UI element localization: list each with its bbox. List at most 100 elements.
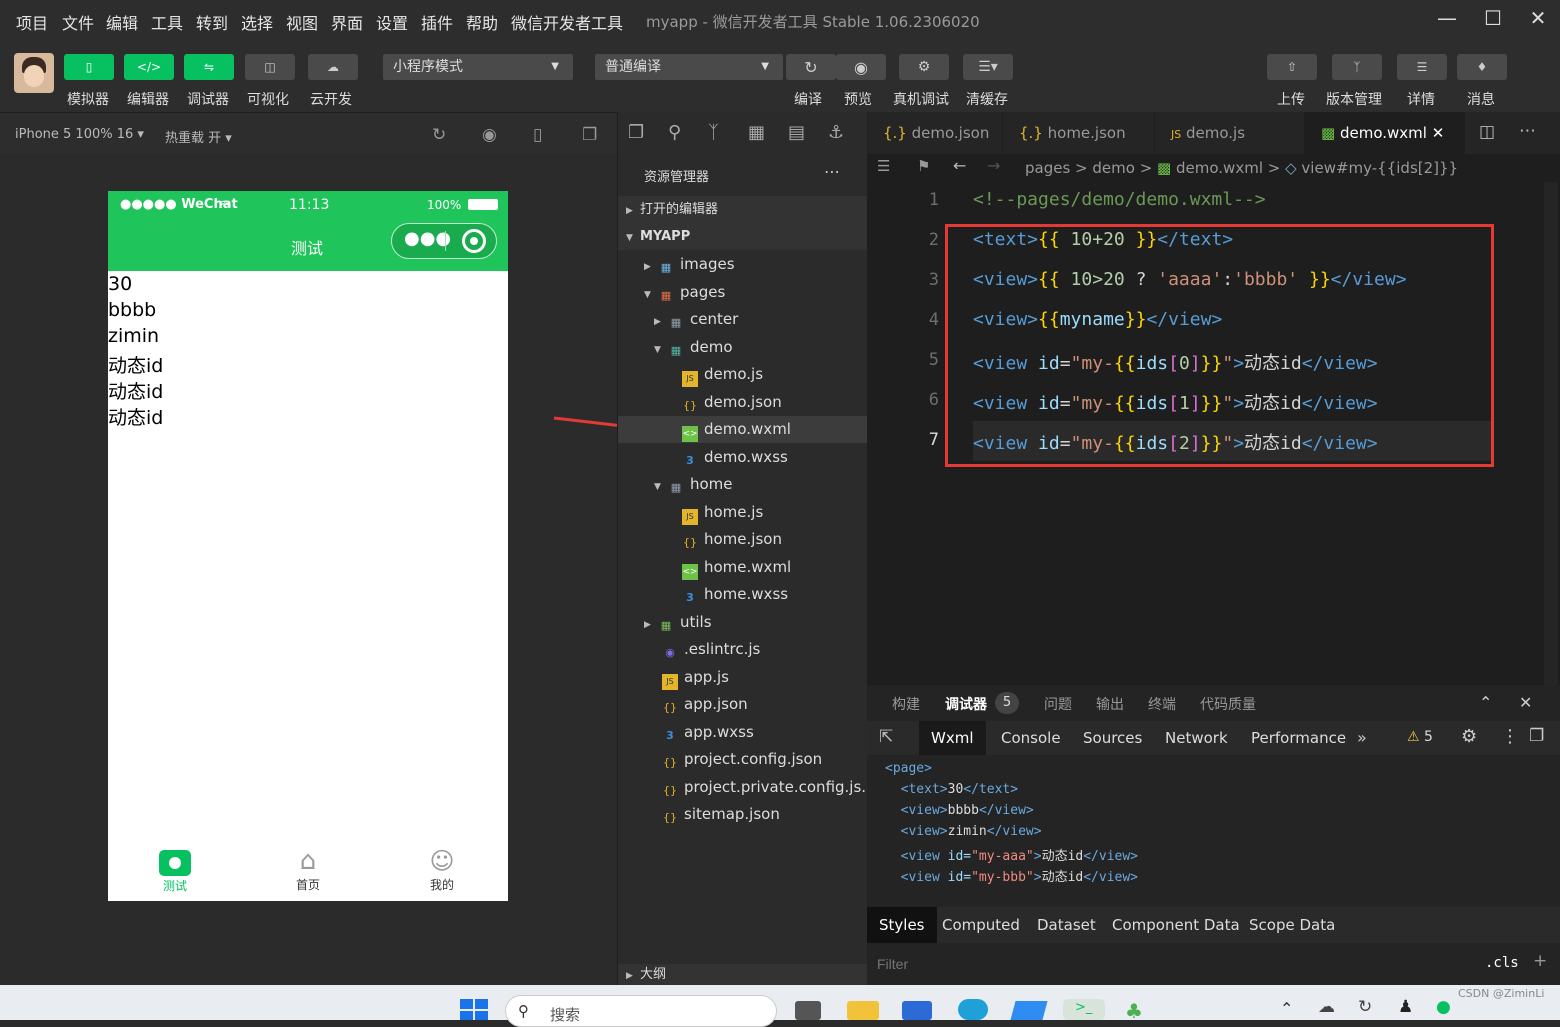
upload-button[interactable]: ⇧ <box>1267 54 1317 80</box>
source-control-icon[interactable]: ᛉ <box>708 122 719 143</box>
split-editor-icon[interactable]: ◫ <box>1479 122 1495 142</box>
menu-select[interactable]: 选择 <box>241 10 273 34</box>
phone-icon[interactable]: ▯ <box>533 125 542 145</box>
simulator-button[interactable]: ▯ <box>64 54 114 80</box>
avatar[interactable] <box>14 53 54 93</box>
xml-line[interactable]: <view id="my-bbb">动态id</view> <box>885 866 1138 885</box>
compile-button[interactable]: ↻ <box>786 54 836 80</box>
menu-help[interactable]: 帮助 <box>466 10 498 34</box>
tab-code-quality[interactable]: 代码质量 <box>1200 694 1256 714</box>
tree-item[interactable]: ▼ ▦ pages <box>644 279 725 306</box>
tab-dataset[interactable]: Dataset <box>1025 907 1108 943</box>
tab-scope-data[interactable]: Scope Data <box>1237 907 1347 943</box>
menu-wechat-devtools[interactable]: 微信开发者工具 <box>511 10 623 34</box>
tree-item[interactable]: <> home.wxml <box>682 554 791 581</box>
add-style-icon[interactable]: + <box>1533 951 1547 971</box>
tree-item[interactable]: {} demo.json <box>682 389 782 416</box>
back-icon[interactable]: ← <box>953 156 966 175</box>
search-icon[interactable]: ⚲ <box>668 122 681 143</box>
settings-icon[interactable]: ⚙ <box>1461 726 1477 747</box>
tab-network[interactable]: Network <box>1153 721 1240 755</box>
qq-icon[interactable]: ♟ <box>1398 997 1413 1017</box>
chevron-up-icon[interactable]: ⌃ <box>1479 693 1492 712</box>
extensions-icon[interactable]: ▦ <box>748 122 765 143</box>
tree-item[interactable]: {} home.json <box>682 526 782 553</box>
version-button[interactable]: ᛉ <box>1332 54 1382 80</box>
store-icon[interactable] <box>902 1001 932 1020</box>
chevron-up-icon[interactable]: ⌃ <box>1280 999 1293 1018</box>
tree-item[interactable]: ▶ ▦ images <box>644 251 735 278</box>
xml-line[interactable]: <view id="my-aaa">动态id</view> <box>885 845 1138 864</box>
tab-demo-wxml[interactable]: ▩ demo.wxml ✕ <box>1305 112 1465 154</box>
menu-plugins[interactable]: 插件 <box>421 10 453 34</box>
tab-performance[interactable]: Performance <box>1239 721 1358 755</box>
capsule-menu[interactable]: ●●● <box>391 223 497 259</box>
xml-line[interactable]: <text>30</text> <box>885 782 1018 797</box>
minimize-icon[interactable]: — <box>1432 6 1462 34</box>
hot-reload-toggle[interactable]: 热重载 开 ▾ <box>165 127 232 146</box>
record-icon[interactable]: ◉ <box>482 125 497 145</box>
warning-count[interactable]: ⚠ 5 <box>1407 729 1433 745</box>
wxml-tree[interactable]: <page> <text>30</text> <view>bbbb</view>… <box>867 755 1560 885</box>
cls-toggle[interactable]: .cls <box>1485 955 1519 971</box>
outline-section[interactable]: ▶ 大纲 <box>618 964 867 985</box>
tab-debugger[interactable]: 调试器 <box>945 694 987 714</box>
cloud-button[interactable]: ☁ <box>308 54 358 80</box>
tree-item[interactable]: {} project.config.json <box>662 746 822 773</box>
tree-item[interactable]: ▶ ▦ utils <box>644 609 712 636</box>
close-tab-icon[interactable]: ✕ <box>1432 124 1445 142</box>
menu-settings[interactable]: 设置 <box>376 10 408 34</box>
files-icon[interactable]: ❐ <box>628 122 644 143</box>
windows-start-icon[interactable] <box>460 999 488 1020</box>
more-icon[interactable]: ⋯ <box>824 162 840 181</box>
wechat-devtools-icon[interactable]: >_ <box>1063 999 1105 1020</box>
kebab-icon[interactable]: ⋮ <box>1501 726 1519 747</box>
xml-line[interactable]: <view>zimin</view> <box>885 824 1042 839</box>
menu-view[interactable]: 视图 <box>286 10 318 34</box>
edge-icon[interactable] <box>958 999 988 1020</box>
myapp-section[interactable]: ▼ MYAPP <box>618 223 867 250</box>
copilot-icon[interactable] <box>1010 1001 1048 1020</box>
dock-icon[interactable]: ❐ <box>1529 726 1544 746</box>
tree-item[interactable]: ◉ .eslintrc.js <box>662 636 760 663</box>
list-icon[interactable]: ☰ <box>877 157 890 175</box>
tree-item[interactable]: 3 app.wxss <box>662 719 754 746</box>
tab-sources[interactable]: Sources <box>1071 721 1154 755</box>
messages-button[interactable]: ♦ <box>1457 54 1507 80</box>
tab-demo-js[interactable]: JS demo.js <box>1155 112 1305 154</box>
tab-terminal[interactable]: 终端 <box>1148 694 1176 714</box>
more-icon[interactable]: ⋯ <box>1519 121 1536 141</box>
menu-goto[interactable]: 转到 <box>196 10 228 34</box>
open-editors-section[interactable]: ▶ 打开的编辑器 <box>618 196 867 223</box>
tab-computed[interactable]: Computed <box>930 907 1032 943</box>
tree-item[interactable]: {} sitemap.json <box>662 801 780 828</box>
taskbar-search[interactable]: ⚲ 搜索 <box>505 995 777 1027</box>
menu-project[interactable]: 项目 <box>16 10 48 34</box>
tree-item[interactable]: JS app.js <box>662 664 729 691</box>
tree-item[interactable]: JS home.js <box>682 499 763 526</box>
editor-button[interactable]: </> <box>124 54 174 80</box>
tab-console[interactable]: Console <box>989 721 1073 755</box>
device-select[interactable]: iPhone 5 100% 16 ▾ <box>15 127 144 142</box>
xml-line[interactable]: <view>bbbb</view> <box>885 803 1034 818</box>
tab-problems[interactable]: 问题 <box>1044 694 1072 714</box>
file-explorer-icon[interactable] <box>847 1001 879 1020</box>
remote-debug-button[interactable]: ⚙ <box>899 54 949 80</box>
tab-component-data[interactable]: Component Data <box>1100 907 1252 943</box>
visual-button[interactable]: ◫ <box>245 54 295 80</box>
menu-tools[interactable]: 工具 <box>151 10 183 34</box>
task-view-icon[interactable] <box>795 1001 821 1020</box>
tree-item[interactable]: 3 home.wxss <box>682 581 788 608</box>
tree-item[interactable]: ▶ ▦ center <box>654 306 738 333</box>
tree-item[interactable]: ▼ ▦ home <box>654 471 733 498</box>
inspect-icon[interactable]: ⇱ <box>879 727 893 747</box>
bookmark-icon[interactable]: ⚑ <box>917 157 930 175</box>
tab-demo-json[interactable]: {.} demo.json <box>867 112 1003 154</box>
maximize-icon[interactable]: ☐ <box>1478 6 1508 34</box>
tab-home[interactable]: ⌂ 首页 <box>278 846 338 893</box>
tab-output[interactable]: 输出 <box>1096 694 1124 714</box>
tree-item-selected[interactable]: <> demo.wxml <box>618 416 867 443</box>
close-panel-icon[interactable]: ✕ <box>1519 693 1532 712</box>
tree-item[interactable]: ▼ ▦ demo <box>654 334 733 361</box>
menu-interface[interactable]: 界面 <box>331 10 363 34</box>
